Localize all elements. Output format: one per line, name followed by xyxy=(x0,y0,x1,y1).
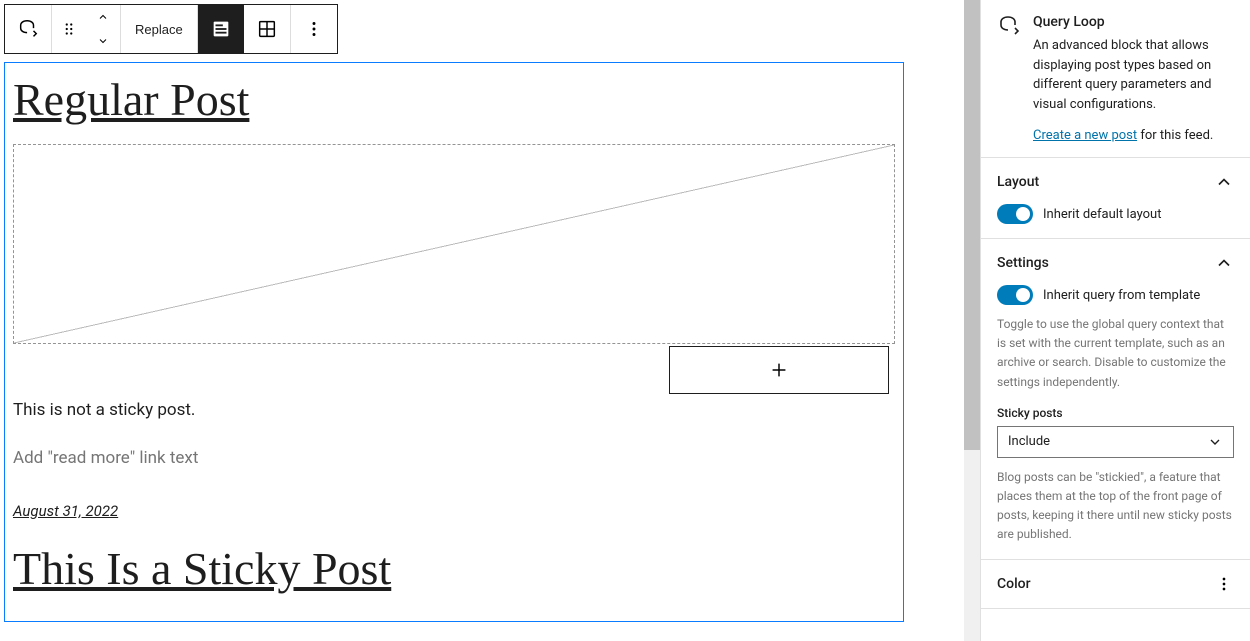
chevron-up-icon xyxy=(96,11,110,23)
scrollbar-track[interactable] xyxy=(964,0,980,641)
grid-view-button[interactable] xyxy=(244,5,290,53)
block-name: Query Loop xyxy=(1033,14,1234,30)
read-more-placeholder[interactable]: Add "read more" link text xyxy=(13,448,895,468)
chevron-up-icon xyxy=(1214,253,1234,273)
post-excerpt[interactable]: This is not a sticky post. xyxy=(13,400,895,420)
block-toolbar: Replace xyxy=(4,4,338,54)
toggle-label: Inherit query from template xyxy=(1043,288,1200,303)
add-block-button[interactable] xyxy=(669,346,889,394)
post-date[interactable]: August 31, 2022 xyxy=(13,502,895,520)
feed-suffix-text: for this feed. xyxy=(1137,128,1213,143)
grid-icon xyxy=(256,18,278,40)
panel-title-layout: Layout xyxy=(997,174,1039,190)
post-title[interactable]: This Is a Sticky Post xyxy=(13,544,895,595)
chevron-up-icon xyxy=(1214,172,1234,192)
query-loop-icon xyxy=(17,18,39,40)
featured-image-placeholder[interactable] xyxy=(13,144,895,344)
more-options-button[interactable] xyxy=(291,5,337,53)
color-panel-toggle[interactable]: Color xyxy=(997,574,1234,594)
scrollbar-thumb[interactable] xyxy=(964,0,980,450)
inherit-layout-toggle[interactable] xyxy=(997,204,1033,224)
select-value: Include xyxy=(1008,434,1050,449)
move-down-button[interactable] xyxy=(86,29,120,53)
sticky-posts-label: Sticky posts xyxy=(997,406,1234,420)
sticky-posts-help: Blog posts can be "stickied", a feature … xyxy=(997,468,1234,545)
panel-title-color: Color xyxy=(997,576,1031,592)
list-icon xyxy=(210,18,232,40)
post-title[interactable]: Regular Post xyxy=(13,75,895,126)
move-up-button[interactable] xyxy=(86,5,120,29)
chevron-down-icon xyxy=(1207,434,1223,450)
drag-handle-button[interactable] xyxy=(52,5,86,53)
sticky-posts-select[interactable]: Include xyxy=(997,426,1234,458)
replace-button[interactable]: Replace xyxy=(121,5,197,53)
list-view-button[interactable] xyxy=(198,5,244,53)
toggle-label: Inherit default layout xyxy=(1043,207,1161,222)
block-settings-sidebar: Query Loop An advanced block that allows… xyxy=(980,0,1250,641)
more-vertical-icon xyxy=(303,18,325,40)
block-type-button[interactable] xyxy=(5,5,51,53)
layout-panel-toggle[interactable]: Layout xyxy=(997,172,1234,192)
inherit-query-help: Toggle to use the global query context t… xyxy=(997,315,1234,392)
create-new-post-link[interactable]: Create a new post xyxy=(1033,128,1137,143)
block-description: An advanced block that allows displaying… xyxy=(1033,36,1234,114)
more-vertical-icon xyxy=(1214,574,1234,594)
query-loop-block[interactable]: Regular Post This is not a sticky post. … xyxy=(4,62,904,622)
inherit-query-toggle[interactable] xyxy=(997,285,1033,305)
chevron-down-icon xyxy=(96,35,110,47)
plus-icon xyxy=(768,359,790,381)
panel-title-settings: Settings xyxy=(997,255,1049,271)
drag-icon xyxy=(60,20,78,38)
settings-panel-toggle[interactable]: Settings xyxy=(997,253,1234,273)
query-loop-icon xyxy=(997,14,1021,143)
